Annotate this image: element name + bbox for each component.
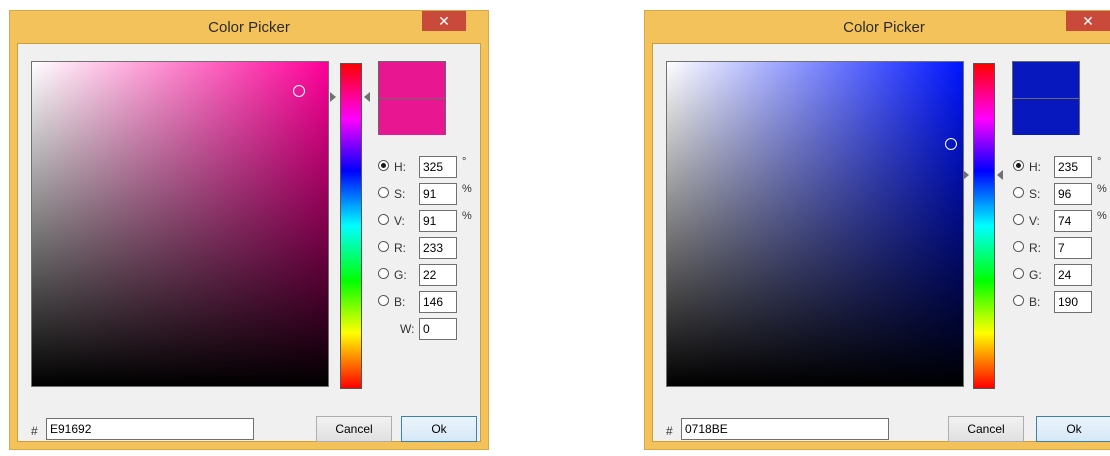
input-h[interactable]: 325 [419, 156, 457, 178]
hex-hash-label: # [666, 424, 673, 438]
field-row-b: B: 146 [378, 291, 478, 313]
radio-s[interactable] [378, 187, 389, 198]
color-preview-swatch [1012, 61, 1080, 135]
radio-b[interactable] [378, 295, 389, 306]
label-r: R: [394, 241, 406, 255]
label-r: R: [1029, 241, 1041, 255]
color-cursor[interactable] [293, 85, 305, 97]
new-color-preview [1013, 62, 1079, 98]
label-g: G: [1029, 268, 1042, 282]
ok-button[interactable]: Ok [1036, 416, 1110, 442]
radio-g[interactable] [1013, 268, 1024, 279]
field-row-r: R: 7 [1013, 237, 1110, 259]
input-r[interactable]: 7 [1054, 237, 1092, 259]
hue-slider[interactable] [973, 63, 995, 389]
input-g[interactable]: 24 [1054, 264, 1092, 286]
new-color-preview [379, 62, 445, 98]
hue-slider-left-arrow[interactable] [330, 92, 336, 102]
label-s: S: [1029, 187, 1041, 201]
field-row-v: V: 74 % [1013, 210, 1110, 232]
label-g: G: [394, 268, 407, 282]
hex-hash-label: # [31, 424, 38, 438]
ok-button[interactable]: Ok [401, 416, 477, 442]
unit-v: % [462, 210, 472, 222]
color-cursor[interactable] [945, 138, 957, 150]
input-v[interactable]: 74 [1054, 210, 1092, 232]
color-picker-dialog-2: Color Picker ✕ H: 235 ° S: 96 % V: 74 % … [644, 10, 1110, 450]
input-b[interactable]: 146 [419, 291, 457, 313]
close-button[interactable]: ✕ [422, 11, 466, 31]
old-color-preview [1013, 98, 1079, 135]
field-row-r: R: 233 [378, 237, 478, 259]
input-r[interactable]: 233 [419, 237, 457, 259]
field-row-s: S: 91 % [378, 183, 478, 205]
input-h[interactable]: 235 [1054, 156, 1092, 178]
cancel-button[interactable]: Cancel [948, 416, 1024, 442]
close-button[interactable]: ✕ [1066, 11, 1110, 31]
field-row-v: V: 91 % [378, 210, 478, 232]
input-w[interactable]: 0 [419, 318, 457, 340]
unit-h: ° [462, 156, 467, 168]
field-row-g: G: 24 [1013, 264, 1110, 286]
old-color-preview [379, 98, 445, 135]
field-row-b: B: 190 [1013, 291, 1110, 313]
input-v[interactable]: 91 [419, 210, 457, 232]
radio-s[interactable] [1013, 187, 1024, 198]
unit-v: % [1097, 210, 1107, 222]
label-v: V: [1029, 214, 1040, 228]
input-b[interactable]: 190 [1054, 291, 1092, 313]
saturation-value-field[interactable] [31, 61, 329, 387]
hex-input[interactable]: E91692 [46, 418, 254, 440]
field-row-h: H: 325 ° [378, 156, 478, 178]
hex-input[interactable]: 0718BE [681, 418, 889, 440]
label-h: H: [394, 160, 406, 174]
cancel-button[interactable]: Cancel [316, 416, 392, 442]
saturation-value-field[interactable] [666, 61, 964, 387]
title-bar[interactable]: Color Picker ✕ [645, 11, 1110, 43]
field-row-s: S: 96 % [1013, 183, 1110, 205]
hue-slider[interactable] [340, 63, 362, 389]
label-w: W: [400, 322, 415, 336]
dialog-body: H: 235 ° S: 96 % V: 74 % R: 7 G: 24 B: 1… [652, 43, 1110, 442]
label-b: B: [1029, 295, 1041, 309]
label-s: S: [394, 187, 406, 201]
color-picker-dialog-1: Color Picker ✕ H: 325 ° S: 91 % V: 91 % … [9, 10, 489, 450]
field-row-w: W: 0 [378, 318, 478, 340]
input-s[interactable]: 91 [419, 183, 457, 205]
label-h: H: [1029, 160, 1041, 174]
unit-s: % [462, 183, 472, 195]
label-b: B: [394, 295, 406, 309]
label-v: V: [394, 214, 405, 228]
hue-slider-left-arrow[interactable] [963, 170, 969, 180]
unit-s: % [1097, 183, 1107, 195]
radio-b[interactable] [1013, 295, 1024, 306]
input-g[interactable]: 22 [419, 264, 457, 286]
radio-v[interactable] [1013, 214, 1024, 225]
hue-slider-right-arrow[interactable] [997, 170, 1003, 180]
radio-g[interactable] [378, 268, 389, 279]
title-bar[interactable]: Color Picker ✕ [10, 11, 488, 43]
dialog-body: H: 325 ° S: 91 % V: 91 % R: 233 G: 22 B:… [17, 43, 481, 442]
radio-r[interactable] [1013, 241, 1024, 252]
radio-h[interactable] [378, 160, 389, 171]
field-row-g: G: 22 [378, 264, 478, 286]
color-preview-swatch [378, 61, 446, 135]
hue-slider-right-arrow[interactable] [364, 92, 370, 102]
field-row-h: H: 235 ° [1013, 156, 1110, 178]
radio-r[interactable] [378, 241, 389, 252]
unit-h: ° [1097, 156, 1102, 168]
radio-v[interactable] [378, 214, 389, 225]
dialog-title: Color Picker [208, 19, 290, 36]
dialog-title: Color Picker [843, 19, 925, 36]
radio-h[interactable] [1013, 160, 1024, 171]
input-s[interactable]: 96 [1054, 183, 1092, 205]
